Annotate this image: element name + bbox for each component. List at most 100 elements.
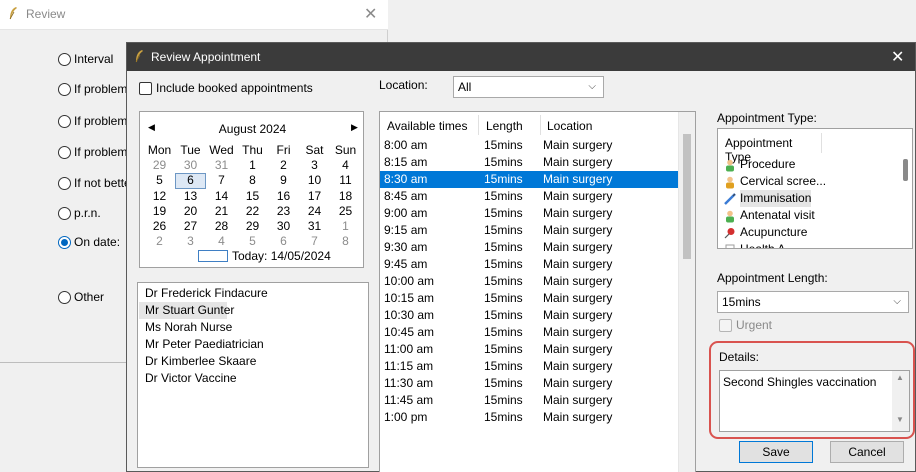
close-icon[interactable]: ✕ bbox=[891, 47, 904, 67]
times-scrollbar[interactable] bbox=[678, 112, 695, 472]
calendar-day[interactable]: 20 bbox=[175, 204, 206, 219]
table-row[interactable]: 11:00 am 15mins Main surgery bbox=[380, 341, 680, 358]
calendar-day[interactable]: 7 bbox=[206, 173, 237, 188]
calendar-day[interactable]: 1 bbox=[237, 158, 268, 173]
radio-button[interactable] bbox=[58, 52, 71, 66]
calendar-day[interactable]: 29 bbox=[237, 219, 268, 234]
calendar-next-icon[interactable]: ▶ bbox=[351, 122, 358, 133]
table-row[interactable]: 11:15 am 15mins Main surgery bbox=[380, 358, 680, 375]
appointment-type-item[interactable]: Acupuncture bbox=[724, 224, 807, 241]
calendar-day[interactable]: 12 bbox=[144, 189, 175, 204]
calendar-day[interactable]: 3 bbox=[299, 158, 330, 173]
appointment-length-select[interactable]: 15mins ⌵ bbox=[717, 291, 909, 313]
scrollbar-thumb[interactable] bbox=[683, 134, 691, 259]
table-row[interactable]: 10:15 am 15mins Main surgery bbox=[380, 290, 680, 307]
calendar-day[interactable]: 10 bbox=[299, 173, 330, 188]
calendar-day[interactable]: 3 bbox=[175, 234, 206, 249]
include-booked-checkbox[interactable] bbox=[139, 81, 152, 95]
calendar-day[interactable]: 6 bbox=[175, 173, 206, 189]
calendar-day[interactable]: 7 bbox=[299, 234, 330, 249]
table-row[interactable]: 9:30 am 15mins Main surgery bbox=[380, 239, 680, 256]
column-header-available-times[interactable]: Available times bbox=[387, 119, 467, 133]
appointment-type-item[interactable]: Procedure bbox=[724, 156, 795, 173]
calendar-day[interactable]: 2 bbox=[144, 234, 175, 249]
calendar-day[interactable]: 1 bbox=[330, 219, 361, 234]
calendar-day[interactable]: 25 bbox=[330, 204, 361, 219]
calendar-day[interactable]: 26 bbox=[144, 219, 175, 234]
appointment-type-item[interactable]: Health A... bbox=[724, 241, 795, 248]
calendar-day[interactable]: 18 bbox=[330, 189, 361, 204]
clinician-item[interactable]: Mr Stuart Gunter bbox=[139, 302, 234, 319]
calendar-day[interactable]: 21 bbox=[206, 204, 237, 219]
calendar-day[interactable]: 29 bbox=[144, 158, 175, 173]
table-row[interactable]: 9:15 am 15mins Main surgery bbox=[380, 222, 680, 239]
radio-button[interactable] bbox=[58, 114, 71, 128]
calendar-day[interactable]: 28 bbox=[206, 219, 237, 234]
calendar-day[interactable]: 2 bbox=[268, 158, 299, 173]
calendar-day[interactable]: 6 bbox=[268, 234, 299, 249]
appointment-type-header[interactable]: Appointment Type bbox=[718, 133, 822, 164]
table-row[interactable]: 10:00 am 15mins Main surgery bbox=[380, 273, 680, 290]
table-row[interactable]: 9:45 am 15mins Main surgery bbox=[380, 256, 680, 273]
appointment-type-item[interactable]: Cervical scree... bbox=[724, 173, 826, 190]
calendar-day[interactable]: 15 bbox=[237, 189, 268, 204]
scrollbar-thumb[interactable] bbox=[903, 159, 908, 181]
calendar-day[interactable]: 13 bbox=[175, 189, 206, 204]
urgent-checkbox-row[interactable]: Urgent bbox=[719, 318, 772, 332]
calendar-day[interactable]: 17 bbox=[299, 189, 330, 204]
calendar-day[interactable]: 14 bbox=[206, 189, 237, 204]
review-option-row[interactable]: On date: bbox=[58, 234, 120, 250]
table-row[interactable]: 8:15 am 15mins Main surgery bbox=[380, 154, 680, 171]
calendar-day[interactable]: 16 bbox=[268, 189, 299, 204]
today-label[interactable]: Today: 14/05/2024 bbox=[232, 249, 331, 263]
table-row[interactable]: 8:00 am 15mins Main surgery bbox=[380, 137, 680, 154]
calendar-day[interactable]: 30 bbox=[175, 158, 206, 173]
appointment-type-item[interactable]: Immunisation bbox=[724, 190, 812, 207]
radio-button[interactable] bbox=[58, 290, 71, 304]
review-option-row[interactable]: If not bettei bbox=[58, 175, 133, 191]
calendar[interactable]: August 2024 ◀ ▶ Mon Tue Wed Thu Fri Sat Sun 29 3… bbox=[139, 111, 364, 268]
review-option-row[interactable]: Other bbox=[58, 289, 104, 305]
clinician-item[interactable]: Dr Kimberlee Skaare bbox=[139, 353, 339, 370]
table-row[interactable]: 8:30 am 15mins Main surgery bbox=[380, 171, 680, 188]
clinician-item[interactable]: Mr Peter Paediatrician bbox=[139, 336, 339, 353]
location-select[interactable]: All ⌵ bbox=[453, 76, 604, 98]
table-row[interactable]: 10:30 am 15mins Main surgery bbox=[380, 307, 680, 324]
calendar-day[interactable]: 5 bbox=[237, 234, 268, 249]
appointment-type-scrollbar[interactable] bbox=[899, 129, 912, 248]
calendar-day[interactable]: 19 bbox=[144, 204, 175, 219]
table-row[interactable]: 8:45 am 15mins Main surgery bbox=[380, 188, 680, 205]
radio-button[interactable] bbox=[58, 206, 71, 220]
clinician-item[interactable]: Dr Frederick Findacure bbox=[139, 285, 339, 302]
calendar-prev-icon[interactable]: ◀ bbox=[148, 122, 155, 133]
table-row[interactable]: 1:00 pm 15mins Main surgery bbox=[380, 409, 680, 426]
calendar-day[interactable]: 5 bbox=[144, 173, 175, 188]
table-row[interactable]: 10:45 am 15mins Main surgery bbox=[380, 324, 680, 341]
column-header-location[interactable]: Location bbox=[547, 119, 592, 133]
table-row[interactable]: 11:45 am 15mins Main surgery bbox=[380, 392, 680, 409]
calendar-day[interactable]: 8 bbox=[237, 173, 268, 188]
radio-button[interactable] bbox=[58, 145, 71, 159]
cancel-button[interactable]: Cancel bbox=[830, 441, 904, 463]
review-option-row[interactable]: Interval bbox=[58, 51, 113, 67]
appointment-type-item[interactable]: Antenatal visit bbox=[724, 207, 815, 224]
calendar-day[interactable]: 9 bbox=[268, 173, 299, 188]
calendar-day[interactable]: 31 bbox=[206, 158, 237, 173]
include-booked-checkbox-row[interactable]: Include booked appointments bbox=[139, 81, 313, 95]
calendar-day[interactable]: 22 bbox=[237, 204, 268, 219]
calendar-day[interactable]: 4 bbox=[330, 158, 361, 173]
calendar-day[interactable]: 31 bbox=[299, 219, 330, 234]
calendar-day[interactable]: 4 bbox=[206, 234, 237, 249]
radio-button[interactable] bbox=[58, 176, 71, 190]
clinician-item[interactable]: Ms Norah Nurse bbox=[139, 319, 339, 336]
calendar-day[interactable]: 23 bbox=[268, 204, 299, 219]
column-header-length[interactable]: Length bbox=[486, 119, 523, 133]
calendar-day[interactable]: 11 bbox=[330, 173, 361, 188]
calendar-day[interactable]: 30 bbox=[268, 219, 299, 234]
review-close-icon[interactable]: ✕ bbox=[364, 4, 377, 24]
clinician-item[interactable]: Dr Victor Vaccine bbox=[139, 370, 339, 387]
radio-button[interactable] bbox=[58, 82, 71, 96]
radio-button[interactable] bbox=[58, 235, 71, 249]
review-option-row[interactable]: p.r.n. bbox=[58, 205, 101, 221]
table-row[interactable]: 9:00 am 15mins Main surgery bbox=[380, 205, 680, 222]
